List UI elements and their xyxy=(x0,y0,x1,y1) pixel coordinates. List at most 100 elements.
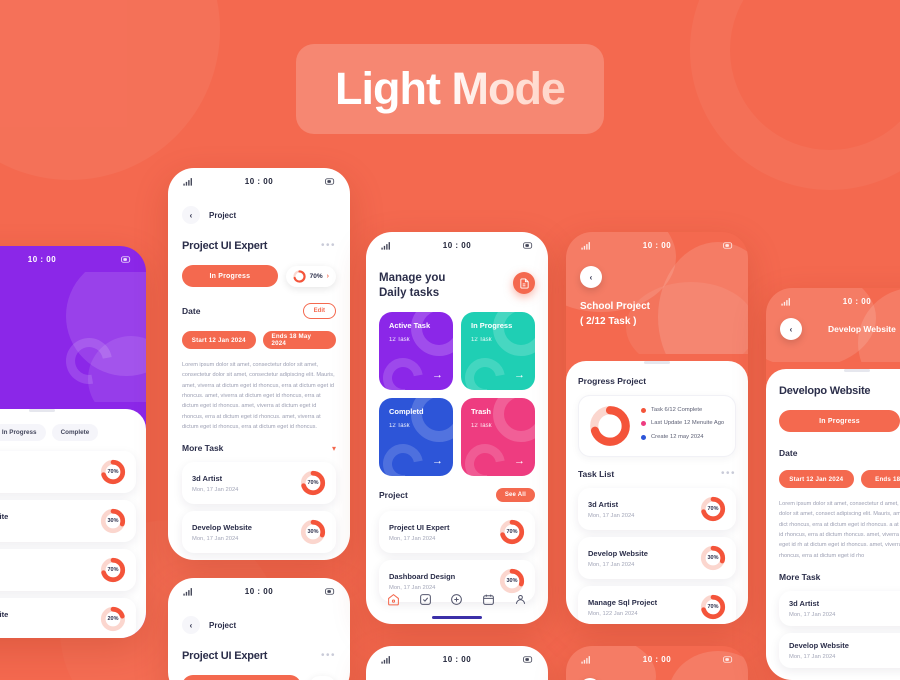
sheet-grabber[interactable] xyxy=(844,369,870,372)
task-progress-label: 70% xyxy=(107,469,119,475)
phone-daily-tasks-bottom: 10 : 00 xyxy=(366,646,548,680)
task-category-grid: Active Task 12 Task → In Progress 12 Task → Co… xyxy=(379,312,535,476)
task-progress-ring: 30% xyxy=(300,519,326,545)
see-all-button[interactable]: See All xyxy=(495,488,535,502)
status-time: 10 : 00 xyxy=(642,240,672,250)
start-date-chip[interactable]: Start 12 Jan 2024 xyxy=(779,470,854,488)
chevron-down-icon[interactable]: ▾ xyxy=(332,444,336,453)
sheet-grabber[interactable] xyxy=(644,361,670,364)
task-row[interactable]: Project UI Expert Mon, 17 Jan 2024 70% xyxy=(379,511,535,553)
task-category-card[interactable]: In Progress 12 Task → xyxy=(461,312,535,390)
task-list: 3d Artist Mon, 17 Jan 2024 Develop Website… xyxy=(779,591,900,669)
task-name: Project UI Expert xyxy=(389,522,450,532)
page-title: Project UI Expert xyxy=(182,240,268,252)
card-ring-decoration xyxy=(493,398,535,442)
nav-title: Project xyxy=(209,210,237,220)
task-category-card[interactable]: Trash 12 Task → xyxy=(461,398,535,476)
task-row[interactable]: 3d Artist Mon, 17 Jan 2024 xyxy=(779,591,900,627)
task-name: Develop Website xyxy=(789,641,849,651)
back-button[interactable]: ‹ xyxy=(182,206,200,224)
task-date: , 122 Jan 2024 xyxy=(0,574,100,580)
status-bar: 10 : 00 xyxy=(366,646,548,672)
more-task-label: More Task xyxy=(779,572,821,583)
more-dots-icon[interactable]: ••• xyxy=(721,469,736,479)
tab-complete[interactable]: Complete xyxy=(51,424,99,441)
task-row[interactable]: ate Icons , 17 Jan 2024 70% xyxy=(0,451,136,493)
calendar-icon[interactable] xyxy=(482,593,495,606)
task-row[interactable]: mer Crouse , 122 Jan 2024 70% xyxy=(0,549,136,591)
status-badge[interactable]: In Progress xyxy=(182,265,278,287)
more-dots-icon[interactable]: ••• xyxy=(321,241,336,251)
battery-icon xyxy=(523,240,534,251)
status-time: 10 : 00 xyxy=(842,296,872,306)
battery-icon xyxy=(723,654,734,665)
task-date: Mon, 17 Jan 2024 xyxy=(389,535,436,542)
date-label: Date xyxy=(182,306,201,316)
card-ring-decoration xyxy=(379,436,431,476)
task-progress-label: 70% xyxy=(506,529,518,535)
status-badge[interactable]: In Progress xyxy=(779,410,900,432)
signal-icon xyxy=(380,654,391,665)
task-progress-ring: 70% xyxy=(100,557,126,583)
task-date: , 23 Jan 2024 xyxy=(0,525,100,531)
legend-dot xyxy=(641,434,646,440)
signal-icon xyxy=(580,654,591,665)
end-date-chip[interactable]: Ends 18 May 2024 xyxy=(262,331,336,349)
progress-label: 70% xyxy=(309,272,323,280)
task-progress-ring: 30% xyxy=(100,508,126,534)
back-button[interactable]: ‹ xyxy=(780,318,802,340)
status-time: 10 : 00 xyxy=(442,654,472,664)
school-sheet: Progress Project Task 6/12 Complete Last … xyxy=(566,361,748,624)
battery-icon xyxy=(325,176,336,187)
task-row[interactable]: Develop Website Mon, 17 Jan 2024 30% xyxy=(578,537,736,579)
arrow-right-icon[interactable]: → xyxy=(514,456,525,467)
task-category-card[interactable]: Active Task 12 Task → xyxy=(379,312,453,390)
card-subtitle: 12 Task xyxy=(389,337,410,343)
task-name: ate Icons xyxy=(0,463,100,472)
task-row[interactable]: Manage Sql Project Mon, 122 Jan 2024 70% xyxy=(578,586,736,624)
task-row[interactable]: Develop Website Mon, 17 Jan 2024 xyxy=(779,633,900,669)
background-blob xyxy=(0,0,220,180)
edit-button[interactable]: Edit xyxy=(302,303,336,319)
progress-ring xyxy=(293,269,306,283)
progress-chip[interactable]: 70% › xyxy=(285,265,336,287)
arrow-right-icon[interactable]: → xyxy=(514,370,525,381)
progress-chip[interactable] xyxy=(309,675,336,680)
task-row[interactable]: 3d Artist Mon, 17 Jan 2024 70% xyxy=(182,462,336,505)
legend-item: Last Update 12 Menuite Ago xyxy=(641,419,725,427)
card-ring-decoration xyxy=(461,350,513,390)
document-icon xyxy=(519,277,529,289)
task-row[interactable]: Develop Website Mon, 17 Jan 2024 30% xyxy=(182,511,336,554)
more-dots-icon[interactable]: ••• xyxy=(321,651,336,661)
arrow-right-icon[interactable]: → xyxy=(432,370,443,381)
bottom-navigation xyxy=(366,582,548,616)
card-ring-decoration xyxy=(461,436,513,476)
task-row[interactable]: velop Website , 23 Jan 2024 20% xyxy=(0,598,136,638)
page-title: Project UI Expert xyxy=(182,650,268,662)
profile-icon[interactable] xyxy=(514,593,527,606)
task-progress-ring: 70% xyxy=(499,519,525,545)
sheet-grabber[interactable] xyxy=(29,409,55,412)
back-button[interactable]: ‹ xyxy=(580,266,602,288)
task-row[interactable]: 3d Artist Mon, 17 Jan 2024 70% xyxy=(578,488,736,530)
arrow-right-icon[interactable]: → xyxy=(432,456,443,467)
status-bar: 10 : 00 xyxy=(0,246,146,272)
status-time: 10 : 00 xyxy=(27,254,57,264)
card-title: Completd xyxy=(389,407,424,416)
home-icon[interactable] xyxy=(387,593,400,606)
task-date: Mon, 17 Jan 2024 xyxy=(789,654,836,661)
back-button[interactable]: ‹ xyxy=(182,616,200,634)
task-progress-ring: 70% xyxy=(100,459,126,485)
document-button[interactable] xyxy=(513,272,535,294)
banner-title: Light Mode xyxy=(335,63,566,114)
end-date-chip[interactable]: Ends 18 May 2 xyxy=(860,470,900,488)
tasks-icon[interactable] xyxy=(419,593,432,606)
add-circle-icon[interactable] xyxy=(450,593,463,606)
task-row[interactable]: velop Website , 23 Jan 2024 30% xyxy=(0,500,136,542)
task-category-card[interactable]: Completd 12 Task → xyxy=(379,398,453,476)
status-badge[interactable] xyxy=(182,675,301,680)
tab-in-progress[interactable]: In Progress xyxy=(0,424,46,441)
status-time: 10 : 00 xyxy=(642,654,672,664)
start-date-chip[interactable]: Start 12 Jan 2024 xyxy=(182,331,256,349)
card-subtitle: 12 Task xyxy=(471,423,492,429)
